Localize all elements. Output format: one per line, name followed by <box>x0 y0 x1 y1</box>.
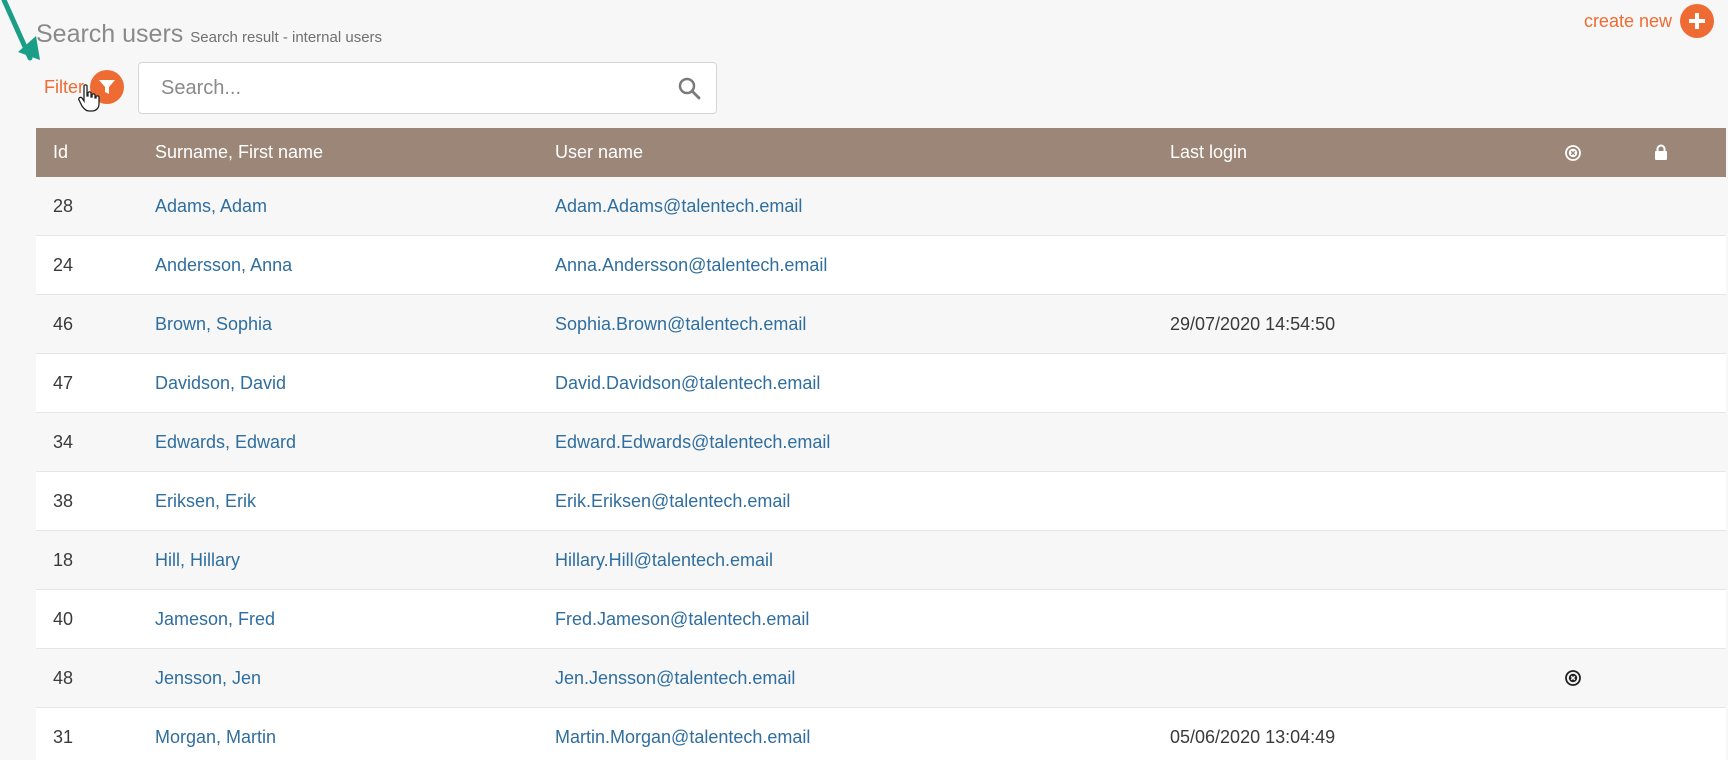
user-id: 28 <box>53 195 74 216</box>
create-new-label: create new <box>1583 10 1672 31</box>
users-table: Id Surname, First name User name Last lo… <box>36 128 1726 760</box>
user-id: 40 <box>53 608 74 629</box>
user-name-link[interactable]: Morgan, Martin <box>155 727 276 748</box>
column-header-last-login[interactable]: Last login <box>1170 142 1247 163</box>
user-id: 34 <box>53 431 74 452</box>
lock-icon[interactable] <box>1652 144 1670 161</box>
user-username-link[interactable]: Sophia.Brown@talentech.email <box>555 314 806 335</box>
user-last-login: 05/06/2020 13:04:49 <box>1170 726 1336 747</box>
table-row[interactable]: 31 Morgan, Martin Martin.Morgan@talentech.… <box>36 708 1726 760</box>
user-username-link[interactable]: Jen.Jensson@talentech.email <box>555 668 795 689</box>
user-name-link[interactable]: Jensson, Jen <box>155 668 261 689</box>
user-username-link[interactable]: Martin.Morgan@talentech.email <box>555 727 810 748</box>
circle-x-icon[interactable] <box>1564 670 1582 686</box>
user-name-link[interactable]: Eriksen, Erik <box>155 491 256 512</box>
user-last-login: 29/07/2020 14:54:50 <box>1170 313 1336 334</box>
table-row[interactable]: 24 Andersson, Anna Anna.Andersson@talentec… <box>36 236 1726 295</box>
user-username-link[interactable]: Erik.Eriksen@talentech.email <box>555 491 790 512</box>
user-name-link[interactable]: Brown, Sophia <box>155 314 272 335</box>
user-id: 46 <box>53 313 74 334</box>
user-id: 38 <box>53 490 74 511</box>
plus-circle-icon[interactable] <box>1680 4 1714 38</box>
user-id: 24 <box>53 254 74 275</box>
hand-cursor-icon <box>78 84 100 112</box>
user-username-link[interactable]: Adam.Adams@talentech.email <box>555 196 802 217</box>
search-box <box>138 62 717 114</box>
table-body: 28 Adams, Adam Adam.Adams@talentech.email 2… <box>36 177 1726 760</box>
user-username-link[interactable]: Hillary.Hill@talentech.email <box>555 550 773 571</box>
user-id: 18 <box>53 549 74 570</box>
page-subtitle: Search result - internal users <box>190 29 383 46</box>
user-id: 31 <box>53 726 74 747</box>
user-id: 48 <box>53 667 74 688</box>
user-name-link[interactable]: Adams, Adam <box>155 196 267 217</box>
user-name-link[interactable]: Edwards, Edward <box>155 432 296 453</box>
user-username-link[interactable]: David.Davidson@talentech.email <box>555 373 820 394</box>
user-name-link[interactable]: Andersson, Anna <box>155 255 292 276</box>
table-row[interactable]: 28 Adams, Adam Adam.Adams@talentech.email <box>36 177 1726 236</box>
table-row[interactable]: 18 Hill, Hillary Hillary.Hill@talentech.em… <box>36 531 1726 590</box>
user-username-link[interactable]: Fred.Jameson@talentech.email <box>555 609 809 630</box>
table-row[interactable]: 34 Edwards, Edward Edward.Edwards@talentec… <box>36 413 1726 472</box>
user-name-link[interactable]: Davidson, David <box>155 373 286 394</box>
user-search-page: Search users Search result - internal us… <box>0 0 1728 760</box>
user-username-link[interactable]: Edward.Edwards@talentech.email <box>555 432 830 453</box>
table-row[interactable]: 46 Brown, Sophia Sophia.Brown@talentech.em… <box>36 295 1726 354</box>
table-row[interactable]: 40 Jameson, Fred Fred.Jameson@talentech.em… <box>36 590 1726 649</box>
user-id: 47 <box>53 372 74 393</box>
search-input[interactable] <box>161 76 676 100</box>
page-header: Search users Search result - internal us… <box>36 20 382 49</box>
search-icon[interactable] <box>676 75 702 101</box>
table-row[interactable]: 38 Eriksen, Erik Erik.Eriksen@talentech.em… <box>36 472 1726 531</box>
page-title: Search users <box>36 20 184 48</box>
user-name-link[interactable]: Hill, Hillary <box>155 550 240 571</box>
column-header-name[interactable]: Surname, First name <box>155 142 323 163</box>
column-header-id[interactable]: Id <box>53 142 68 163</box>
table-row[interactable]: 48 Jensson, Jen Jen.Jensson@talentech.emai… <box>36 649 1726 708</box>
user-name-link[interactable]: Jameson, Fred <box>155 609 275 630</box>
table-header: Id Surname, First name User name Last lo… <box>36 128 1726 177</box>
create-new-button[interactable]: create new <box>1584 4 1714 38</box>
table-row[interactable]: 47 Davidson, David David.Davidson@talentec… <box>36 354 1726 413</box>
column-header-username[interactable]: User name <box>555 142 643 163</box>
user-username-link[interactable]: Anna.Andersson@talentech.email <box>555 255 827 276</box>
circle-x-icon[interactable] <box>1564 144 1582 161</box>
